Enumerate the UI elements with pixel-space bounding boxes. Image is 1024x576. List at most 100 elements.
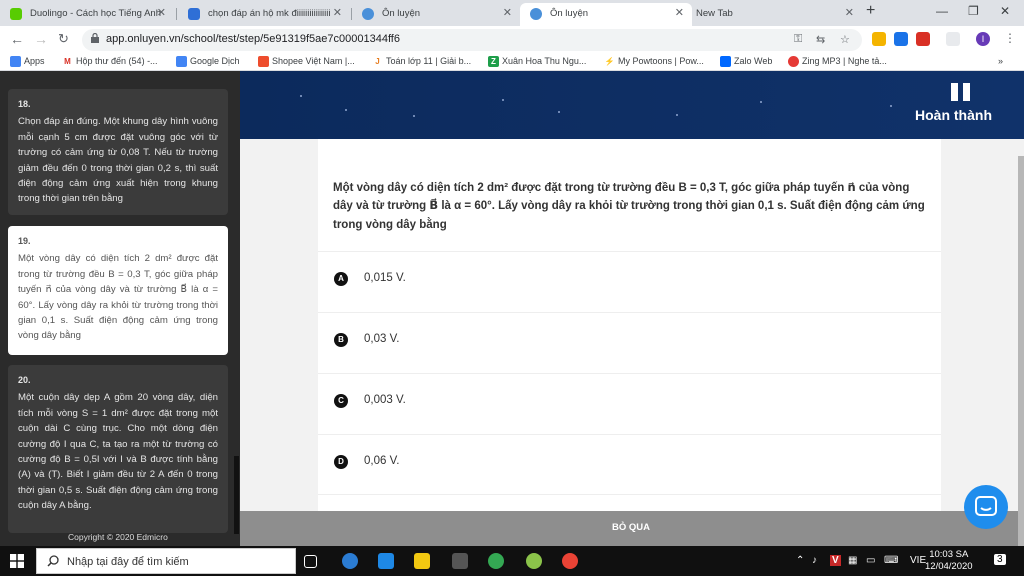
bookmark-powtoons[interactable]: ⚡ My Powtoons | Pow... xyxy=(604,56,704,67)
tab-strip: Duolingo - Cách học Tiếng Anh ✕ chọn đáp… xyxy=(0,0,1024,26)
bookmark-zing-mp3[interactable]: Zing MP3 | Nghe tả... xyxy=(788,56,887,67)
clock-date: 12/04/2020 xyxy=(925,561,973,572)
close-icon[interactable]: ✕ xyxy=(157,3,166,24)
chat-support-button[interactable] xyxy=(964,485,1008,529)
question-snippet: Một vòng dây có diện tích 2 dm² được đặt… xyxy=(18,253,218,342)
onluyen-icon xyxy=(362,8,374,20)
bookmark-google-dich[interactable]: Google Dịch xyxy=(176,56,240,67)
search-icon xyxy=(47,555,59,567)
more-bookmarks-icon[interactable]: » xyxy=(998,56,1003,66)
unikey-icon[interactable]: V xyxy=(830,555,841,566)
extension-red-icon[interactable] xyxy=(916,32,930,46)
bookmark-apps[interactable]: Apps xyxy=(10,56,45,67)
shopee-icon xyxy=(258,56,269,67)
notification-badge[interactable]: 3 xyxy=(994,554,1006,565)
close-window-icon[interactable]: ✕ xyxy=(1000,4,1010,18)
test-header xyxy=(240,71,1024,139)
forward-arrow-icon[interactable]: → xyxy=(34,31,48,47)
option-a[interactable]: A 0,015 V. xyxy=(318,251,941,312)
extension-search-icon[interactable] xyxy=(894,32,908,46)
question-number: 20. xyxy=(18,375,31,385)
windows-start-icon[interactable] xyxy=(10,554,24,568)
close-icon[interactable]: ✕ xyxy=(333,3,342,24)
chrome-profile-icon[interactable] xyxy=(562,553,578,569)
option-b[interactable]: B 0,03 V. xyxy=(318,312,941,373)
skip-button[interactable]: BỎ QUA xyxy=(612,522,650,533)
task-view-icon[interactable] xyxy=(304,555,317,568)
skip-bar: BỎ QUA xyxy=(240,511,1020,546)
volume-icon[interactable]: ♪ xyxy=(812,555,817,566)
extension-menu-icon[interactable] xyxy=(946,32,960,46)
edge-icon[interactable] xyxy=(342,553,358,569)
restore-icon[interactable]: ❐ xyxy=(968,4,979,18)
keyboard-icon[interactable]: ⌨ xyxy=(884,555,898,566)
bookmark-label: Google Dịch xyxy=(190,56,240,66)
bookmark-gmail[interactable]: M Hộp thư đến (54) -... xyxy=(62,56,158,67)
network-icon[interactable]: ▦ xyxy=(848,555,857,566)
copyright-text: Copyright © 2020 Edmicro xyxy=(68,532,168,542)
minimize-icon[interactable]: — xyxy=(936,4,948,18)
bookmarks-bar: Apps M Hộp thư đến (54) -... Google Dịch … xyxy=(0,54,1024,71)
page-scrollbar[interactable] xyxy=(1018,156,1024,546)
question-number: 19. xyxy=(18,236,31,246)
kebab-menu-icon[interactable]: ⋮ xyxy=(1004,31,1016,45)
option-c[interactable]: C 0,003 V. xyxy=(318,373,941,434)
question-card-20[interactable]: 20. Một cuộn dây dẹp A gồm 20 vòng dây, … xyxy=(8,365,228,533)
extension-download-icon[interactable] xyxy=(872,32,886,46)
question-card-18[interactable]: 18. Chọn đáp án đúng. Một khung dây hình… xyxy=(8,89,228,215)
tab-new[interactable]: New Tab ✕ xyxy=(692,3,862,26)
finish-flag-icon[interactable] xyxy=(951,83,971,101)
back-arrow-icon[interactable]: ← xyxy=(10,31,24,47)
option-letter: A xyxy=(334,272,348,286)
question-panel: Một vòng dây có diện tích 2 dm² được đặt… xyxy=(318,139,941,511)
address-bar[interactable]: app.onluyen.vn/school/test/step/5e91319f… xyxy=(82,29,862,51)
close-icon[interactable]: ✕ xyxy=(675,3,684,24)
question-card-19[interactable]: 19. Một vòng dây có diện tích 2 dm² được… xyxy=(8,226,228,355)
tab-label: Ôn luyện xyxy=(550,8,589,19)
bookmark-label: Hộp thư đến (54) -... xyxy=(76,56,158,66)
file-explorer-icon[interactable] xyxy=(414,553,430,569)
chrome-icon[interactable] xyxy=(488,553,504,569)
taskbar-search[interactable]: Nhập tại đây để tìm kiếm xyxy=(36,548,296,574)
tab-hoidap[interactable]: chọn đáp án hộ mk điiiiiiiiiiiiiiii ✕ xyxy=(178,3,350,26)
option-label: 0,003 V. xyxy=(364,394,406,406)
battery-icon[interactable]: ▭ xyxy=(866,555,875,566)
tab-label: Ôn luyện xyxy=(382,8,421,19)
key-icon[interactable]: ⚿ xyxy=(794,33,802,46)
apps-grid-icon xyxy=(10,56,21,67)
bookmark-shopee[interactable]: Shopee Việt Nam |... xyxy=(258,56,355,67)
zalo-icon xyxy=(720,56,731,67)
bookmark-label: Xuân Hoa Thu Ngu... xyxy=(502,56,587,66)
language-indicator[interactable]: VIE xyxy=(910,555,926,566)
bookmark-zalo[interactable]: Zalo Web xyxy=(720,56,772,67)
bookmark-label: Shopee Việt Nam |... xyxy=(272,56,355,66)
app-icon[interactable] xyxy=(526,553,542,569)
close-icon[interactable]: ✕ xyxy=(845,3,854,24)
tab-onluyen-active[interactable]: Ôn luyện ✕ xyxy=(520,3,692,26)
tab-duolingo[interactable]: Duolingo - Cách học Tiếng Anh ✕ xyxy=(0,3,174,26)
option-d[interactable]: D 0,06 V. xyxy=(318,434,941,495)
lock-icon xyxy=(91,33,99,43)
question-number: 18. xyxy=(18,99,31,109)
taskbar-clock[interactable]: 10:03 SA 12/04/2020 xyxy=(925,549,973,573)
finish-button[interactable]: Hoàn thành xyxy=(915,107,992,123)
mail-icon[interactable] xyxy=(378,553,394,569)
onluyen-icon xyxy=(530,8,542,20)
translate-icon[interactable]: ⇆ xyxy=(816,33,825,46)
tray-chevron-icon[interactable]: ⌃ xyxy=(796,555,804,566)
profile-avatar[interactable]: I xyxy=(976,32,990,46)
bookmark-label: My Powtoons | Pow... xyxy=(618,56,704,66)
option-label: 0,06 V. xyxy=(364,455,400,467)
hoidap-icon xyxy=(188,8,200,20)
store-icon[interactable] xyxy=(452,553,468,569)
close-icon[interactable]: ✕ xyxy=(503,3,512,24)
search-placeholder: Nhập tại đây để tìm kiếm xyxy=(67,556,189,568)
bookmark-toan-lop-11[interactable]: J Toán lớp 11 | Giải b... xyxy=(372,56,471,67)
reload-icon[interactable]: ↻ xyxy=(58,31,69,47)
bookmark-xuan-hoa[interactable]: Z Xuân Hoa Thu Ngu... xyxy=(488,56,587,67)
tab-onluyen-1[interactable]: Ôn luyện ✕ xyxy=(352,3,520,26)
new-tab-plus-icon[interactable]: + xyxy=(866,2,875,20)
clock-time: 10:03 SA xyxy=(929,549,969,560)
bookmark-star-icon[interactable]: ☆ xyxy=(840,33,850,46)
sidebar-scrollbar[interactable] xyxy=(234,456,239,534)
